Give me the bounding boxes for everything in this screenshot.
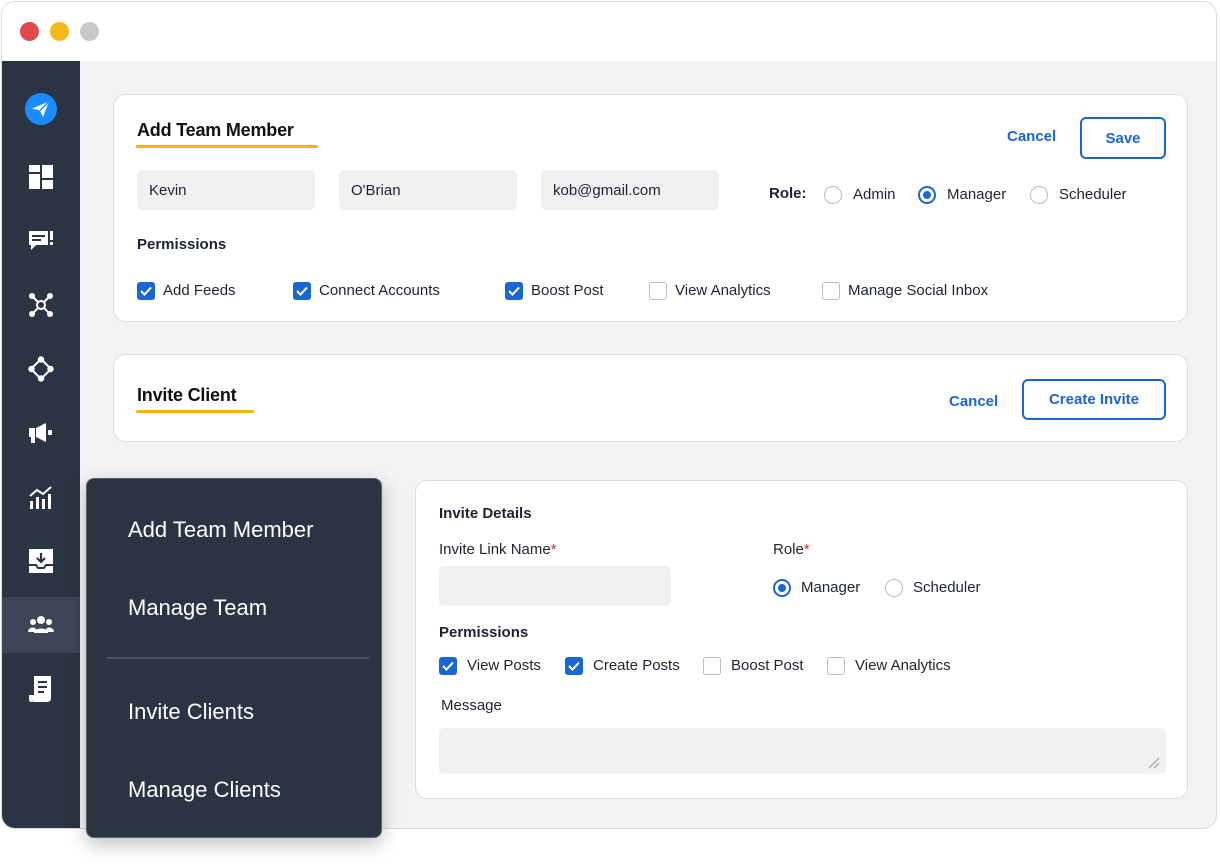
invite-boost-post-label: Boost Post [731, 657, 804, 674]
invite-boost-post-checkbox[interactable] [703, 657, 721, 675]
invite-link-name-label: Invite Link Name* [439, 541, 557, 558]
add-team-member-card: Add Team Member Cancel Save Kevin O'Bria… [113, 94, 1188, 322]
role-manager-radio[interactable] [918, 186, 936, 204]
boost-post-checkbox[interactable] [505, 282, 523, 300]
team-icon [28, 616, 54, 633]
view-posts-checkbox[interactable] [439, 657, 457, 675]
reports-icon [29, 676, 51, 702]
invite-client-card: Invite Client Cancel Create Invite [113, 354, 1188, 442]
invite-client-title: Invite Client [137, 385, 237, 405]
cancel-button[interactable]: Cancel [1007, 128, 1056, 145]
create-posts-label: Create Posts [593, 657, 680, 674]
connect-accounts-label: Connect Accounts [319, 282, 440, 299]
view-analytics-label: View Analytics [675, 282, 771, 299]
role-scheduler-radio[interactable] [1030, 186, 1048, 204]
close-window-button[interactable] [20, 22, 39, 41]
add-team-member-title: Add Team Member [137, 120, 294, 140]
chat-icon [29, 231, 53, 250]
title-bar [2, 2, 1216, 61]
menu-divider [107, 657, 369, 659]
add-feeds-label: Add Feeds [163, 282, 236, 299]
sidebar-item-home[interactable] [2, 81, 80, 137]
cancel-invite-button[interactable]: Cancel [949, 393, 998, 410]
invite-role-scheduler-label: Scheduler [913, 579, 981, 596]
invite-view-analytics-label: View Analytics [855, 657, 951, 674]
menu-item-add-team-member[interactable]: Add Team Member [128, 517, 313, 543]
invite-permissions-label: Permissions [439, 624, 529, 641]
last-name-field[interactable]: O'Brian [339, 170, 517, 210]
team-menu: Add Team Member Manage Team Invite Clien… [86, 478, 382, 838]
menu-item-invite-clients[interactable]: Invite Clients [128, 699, 254, 725]
role-label: Role: [769, 185, 807, 202]
role-admin-radio[interactable] [824, 186, 842, 204]
sidebar-item-messages[interactable] [2, 213, 80, 269]
invite-view-analytics-checkbox[interactable] [827, 657, 845, 675]
minimize-window-button[interactable] [50, 22, 69, 41]
view-analytics-checkbox[interactable] [649, 282, 667, 300]
connect-accounts-checkbox[interactable] [293, 282, 311, 300]
network-icon [29, 293, 53, 317]
invite-details-card: Invite Details Invite Link Name* Role* M… [415, 480, 1188, 799]
sidebar-item-reports[interactable] [2, 661, 80, 717]
manage-social-inbox-label: Manage Social Inbox [848, 282, 989, 299]
sidebar-item-share[interactable] [2, 341, 80, 397]
role-manager-label: Manager [947, 186, 1007, 203]
role-scheduler-label: Scheduler [1059, 186, 1127, 203]
analytics-icon [29, 486, 52, 509]
invite-link-name-input[interactable] [439, 566, 671, 606]
sidebar-item-analytics[interactable] [2, 469, 80, 525]
invite-role-label: Role* [773, 541, 810, 558]
email-field[interactable]: kob@gmail.com [541, 170, 719, 210]
message-textarea[interactable] [439, 728, 1166, 774]
sidebar-item-dashboard[interactable] [2, 149, 80, 205]
megaphone-icon [29, 423, 52, 443]
menu-item-manage-team[interactable]: Manage Team [128, 595, 267, 621]
first-name-field[interactable]: Kevin [137, 170, 315, 210]
sidebar-item-inbox[interactable] [2, 533, 80, 589]
share-icon [28, 356, 54, 382]
invite-role-scheduler-radio[interactable] [885, 579, 903, 597]
create-invite-button[interactable]: Create Invite [1022, 379, 1166, 420]
dashboard-icon [29, 165, 53, 189]
maximize-window-button[interactable] [80, 22, 99, 41]
message-label: Message [441, 697, 502, 714]
resize-handle-icon[interactable] [1146, 755, 1160, 769]
manage-social-inbox-checkbox[interactable] [822, 282, 840, 300]
invite-details-title: Invite Details [439, 505, 532, 522]
sidebar-item-network[interactable] [2, 277, 80, 333]
title-underline [136, 410, 254, 413]
invite-role-manager-label: Manager [801, 579, 861, 596]
add-feeds-checkbox[interactable] [137, 282, 155, 300]
sidebar [2, 61, 80, 828]
view-posts-label: View Posts [467, 657, 541, 674]
inbox-icon [29, 549, 53, 573]
sidebar-item-campaigns[interactable] [2, 405, 80, 461]
save-button[interactable]: Save [1080, 117, 1166, 159]
invite-role-manager-radio[interactable] [773, 579, 791, 597]
create-posts-checkbox[interactable] [565, 657, 583, 675]
boost-post-label: Boost Post [531, 282, 604, 299]
role-admin-label: Admin [853, 186, 896, 203]
menu-item-manage-clients[interactable]: Manage Clients [128, 777, 281, 803]
send-icon [25, 93, 57, 125]
permissions-label: Permissions [137, 236, 227, 253]
title-underline [136, 145, 318, 148]
sidebar-item-team[interactable] [2, 597, 80, 653]
